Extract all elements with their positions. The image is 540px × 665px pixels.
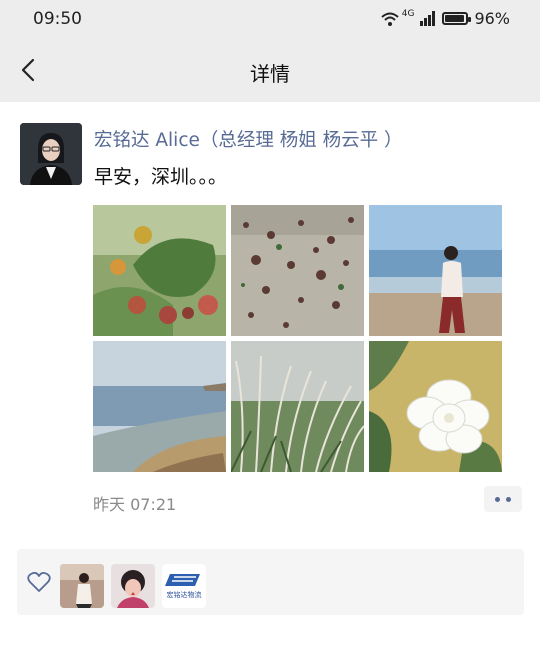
network-type: 4G [401,9,415,19]
like-avatar-2[interactable] [111,564,155,608]
woman-on-beach-photo[interactable] [369,205,502,336]
more-dot-icon [506,497,511,502]
like-avatar-1[interactable] [60,564,104,608]
battery-icon [442,12,472,25]
more-options-button[interactable] [484,486,522,512]
battery-fill [445,15,465,22]
post-timestamp: 昨天 07:21 [93,495,177,514]
heart-icon [27,571,51,592]
wifi-icon [381,12,399,26]
author-avatar[interactable] [20,123,82,185]
photo-grid [93,205,502,472]
signal-icon [420,11,436,26]
status-icons: 4G 96% [380,9,510,28]
logo-text: 宏铭达物流 [167,590,202,599]
cactus-flower-photo[interactable] [93,205,226,336]
likes-panel: 宏铭达物流 [17,549,524,615]
status-bar: 09:50 4G 96% [0,0,540,40]
reed-grass-photo[interactable] [231,341,364,472]
white-gardenia-photo[interactable] [369,341,502,472]
more-dot-icon [495,497,500,502]
sand-seaweed-photo[interactable] [231,205,364,336]
page-title: 详情 [250,62,290,86]
seashore-photo[interactable] [93,341,226,472]
nav-bar: 详情 [0,40,540,102]
battery-percent: 96% [474,9,510,28]
author-name[interactable]: 宏铭达 Alice（总经理 杨姐 杨云平 ） [94,126,403,152]
post-text: 早安，深圳。。。 [94,166,228,188]
status-time: 09:50 [33,9,82,29]
like-avatar-3[interactable]: 宏铭达物流 [162,564,206,608]
